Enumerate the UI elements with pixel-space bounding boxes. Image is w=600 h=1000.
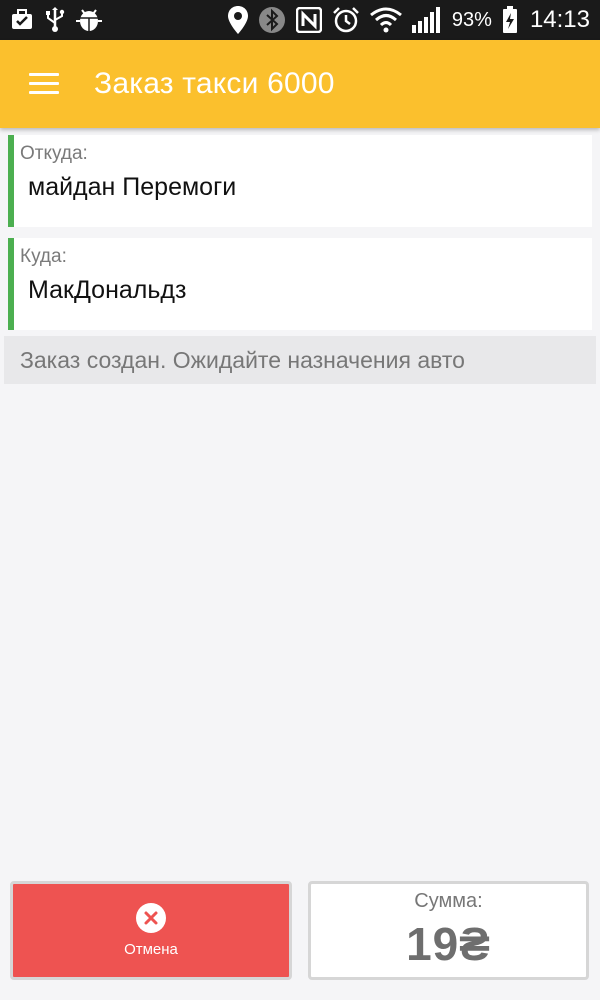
hamburger-menu-icon <box>29 73 59 95</box>
nfc-icon <box>295 7 322 33</box>
briefcase-check-icon <box>10 9 34 31</box>
to-address-field[interactable]: Куда: МакДональдз <box>8 238 592 330</box>
screen: 93% 14:13 Заказ такси 6000 Откуда: майда… <box>0 0 600 1000</box>
from-address-field[interactable]: Откуда: майдан Перемоги <box>8 135 592 227</box>
from-label: Откуда: <box>20 143 88 164</box>
close-circle-icon <box>136 903 166 933</box>
bluetooth-icon <box>258 6 286 34</box>
location-icon <box>227 6 248 34</box>
status-bar: 93% 14:13 <box>0 0 600 40</box>
battery-percent: 93% <box>451 8 492 31</box>
status-bar-right: 93% 14:13 <box>227 6 590 34</box>
sum-value: 19₴ <box>406 918 491 970</box>
to-value: МакДональдз <box>28 276 187 304</box>
sum-box: Сумма: 19₴ <box>308 881 589 980</box>
android-debug-icon <box>76 7 102 33</box>
to-label: Куда: <box>20 246 67 267</box>
app-bar: Заказ такси 6000 <box>0 40 600 128</box>
page-title: Заказ такси 6000 <box>94 67 335 100</box>
wifi-icon <box>369 7 402 33</box>
cancel-label: Отмена <box>124 941 178 958</box>
alarm-icon <box>332 6 360 34</box>
battery-charging-icon <box>502 6 518 34</box>
order-status-message: Заказ создан. Ожидайте назначения авто <box>4 336 596 384</box>
menu-button[interactable] <box>0 40 88 128</box>
sum-label: Сумма: <box>414 890 483 912</box>
clock: 14:13 <box>529 6 590 33</box>
cancel-button[interactable]: Отмена <box>10 881 292 980</box>
usb-icon <box>44 7 66 33</box>
signal-icon <box>411 7 442 33</box>
from-value: майдан Перемоги <box>28 173 237 201</box>
status-bar-left <box>10 7 102 33</box>
